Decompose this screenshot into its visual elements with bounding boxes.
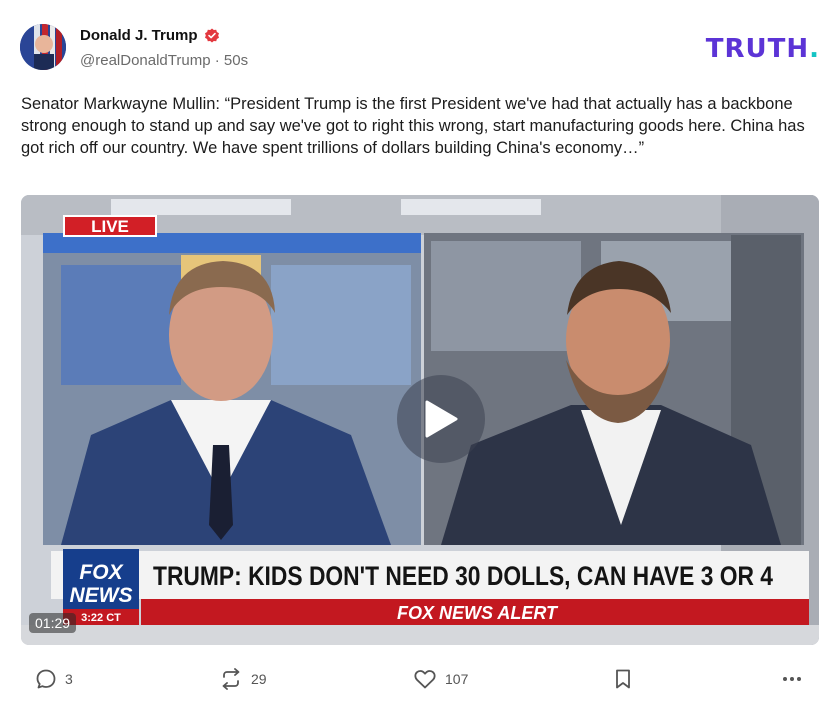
reply-count: 3 [65, 671, 73, 687]
post-actions: 3 29 107 [21, 664, 821, 694]
separator: · [214, 52, 220, 69]
logo-dot: . [809, 34, 820, 64]
bookmark-button[interactable] [613, 664, 633, 694]
display-name[interactable]: Donald J. Trump [80, 27, 198, 44]
retruth-icon [222, 668, 240, 690]
network-logo-top: FOX [79, 561, 124, 584]
post-text: Senator Markwayne Mullin: “President Tru… [21, 95, 805, 157]
post-time[interactable]: 50s [224, 52, 248, 69]
play-button[interactable] [397, 375, 485, 463]
bookmark-icon [616, 669, 630, 689]
handle-row: @realDonaldTrump · 50s [80, 52, 248, 69]
video-duration: 01:29 [29, 613, 77, 633]
more-options-button[interactable] [781, 664, 803, 694]
truth-logo[interactable]: TRUTH. [706, 34, 820, 64]
like-button[interactable]: 107 [413, 664, 468, 694]
video-player[interactable]: LIVE TRUMP: KIDS DON'T NEED 30 DOLLS, CA… [21, 195, 819, 645]
live-badge: LIVE [91, 217, 129, 236]
heart-icon [414, 670, 436, 689]
retruth-count: 29 [251, 671, 267, 687]
chyron-headline: TRUMP: KIDS DON'T NEED 30 DOLLS, CAN HAV… [153, 561, 773, 591]
like-count: 107 [445, 671, 469, 687]
post-header: Donald J. Trump @realDonaldTrump · 50s [20, 24, 820, 74]
network-logo-bottom: NEWS [70, 584, 133, 607]
retruth-button[interactable]: 29 [219, 664, 267, 694]
alert-banner: FOX NEWS ALERT [397, 603, 559, 623]
play-icon [425, 400, 458, 438]
truth-post: Donald J. Trump @realDonaldTrump · 50s T… [0, 0, 840, 719]
broadcast-clock: 3:22 CT [81, 612, 121, 624]
more-icon [783, 677, 801, 681]
avatar[interactable] [20, 24, 66, 70]
reply-icon [36, 669, 56, 689]
handle[interactable]: @realDonaldTrump [80, 52, 211, 69]
logo-text: TRUTH [705, 34, 810, 64]
reply-button[interactable]: 3 [35, 664, 73, 694]
verified-badge-icon [204, 28, 219, 42]
